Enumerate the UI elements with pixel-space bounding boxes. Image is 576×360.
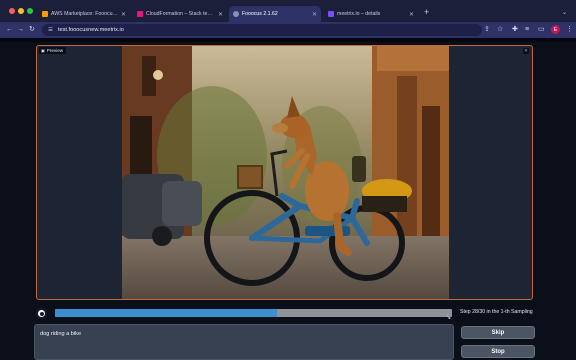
close-tab-icon[interactable]: ✕ xyxy=(312,11,317,18)
sidebar-icon[interactable]: ▭ xyxy=(538,25,545,34)
minimize-window-button[interactable] xyxy=(18,8,24,14)
tab-fooocus[interactable]: Fooocus 2.1.62 ✕ xyxy=(229,6,321,22)
loading-spinner-icon xyxy=(36,308,47,319)
tab-title: AWS Marketplace: Fooocus 2... xyxy=(51,11,118,17)
close-tab-icon[interactable]: ✕ xyxy=(121,11,126,18)
preview-label: ▣ Preview xyxy=(39,47,67,54)
bookmark-star-icon[interactable]: ☆ xyxy=(497,25,503,34)
page-top-edge xyxy=(0,38,576,42)
tab-title: CloudFormation – Stack testi... xyxy=(146,11,215,17)
step-status-text: Step 28/30 in the 1-th Sampling xyxy=(460,309,533,315)
tab-list-chevron-icon[interactable]: ⌄ xyxy=(562,9,567,16)
aws-favicon-icon xyxy=(42,11,48,17)
url-field[interactable]: ☰ test.fooocusnew.meetrix.io xyxy=(42,24,482,36)
close-tab-icon[interactable]: ✕ xyxy=(218,11,223,18)
tab-cloudformation[interactable]: CloudFormation – Stack testi... ✕ xyxy=(133,6,227,22)
progress-fill xyxy=(55,309,278,317)
prompt-input[interactable]: dog riding a bike xyxy=(34,324,454,360)
preview-gallery[interactable]: ▣ Preview ✕ xyxy=(36,45,533,300)
tab-title: meetrix.io – details xyxy=(337,11,381,17)
generated-image xyxy=(122,46,449,299)
forward-arrow-icon[interactable]: → xyxy=(17,25,24,34)
generation-progress-bar xyxy=(55,309,452,317)
back-arrow-icon[interactable]: ← xyxy=(6,25,13,34)
close-window-button[interactable] xyxy=(9,8,15,14)
tab-title: Fooocus 2.1.62 xyxy=(242,11,278,17)
tab-aws-marketplace[interactable]: AWS Marketplace: Fooocus 2... ✕ xyxy=(38,6,130,22)
address-bar-row: ← → ↻ ☰ test.fooocusnew.meetrix.io ⇪ ☆ ✚… xyxy=(0,22,576,38)
resize-handle-icon[interactable]: ↘ xyxy=(446,314,451,321)
site-info-icon[interactable]: ☰ xyxy=(48,27,53,33)
zoom-window-button[interactable] xyxy=(27,8,33,14)
cloudformation-favicon-icon xyxy=(137,11,143,17)
close-tab-icon[interactable]: ✕ xyxy=(409,11,414,18)
skip-button[interactable]: Skip xyxy=(461,326,535,339)
extensions-icon[interactable]: ✚ xyxy=(512,25,518,34)
reload-icon[interactable]: ↻ xyxy=(29,25,35,34)
reading-list-icon[interactable]: ≡ xyxy=(525,25,529,34)
new-tab-button[interactable]: + xyxy=(424,8,429,17)
menu-dots-icon[interactable]: ⋮ xyxy=(566,25,573,34)
stop-button[interactable]: Stop xyxy=(461,345,535,358)
share-icon[interactable]: ⇪ xyxy=(484,25,490,34)
image-icon: ▣ xyxy=(41,48,45,53)
profile-avatar[interactable]: E xyxy=(551,25,560,34)
url-text: test.fooocusnew.meetrix.io xyxy=(57,27,124,33)
tab-meetrix[interactable]: meetrix.io – details ✕ xyxy=(324,6,418,22)
close-preview-icon[interactable]: ✕ xyxy=(523,48,529,54)
globe-favicon-icon xyxy=(233,11,239,17)
browser-tab-bar: AWS Marketplace: Fooocus 2... ✕ CloudFor… xyxy=(0,0,576,22)
meetrix-favicon-icon xyxy=(328,11,334,17)
